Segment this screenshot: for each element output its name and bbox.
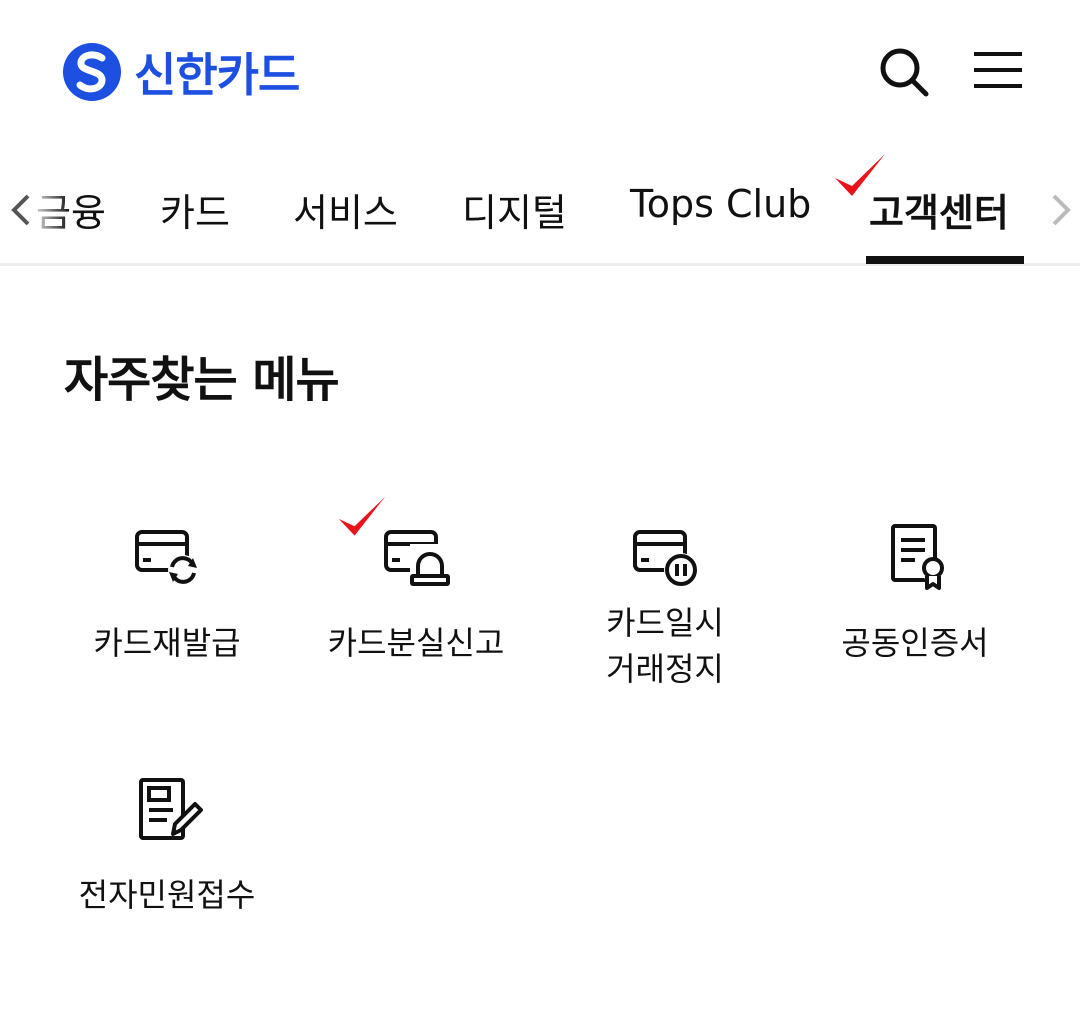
chevron-right-icon	[1052, 194, 1071, 226]
tab-digital[interactable]: 디지털	[462, 182, 567, 237]
menu-item-label: 공동인증서	[841, 624, 989, 662]
search-button[interactable]	[876, 44, 932, 100]
menu-item-label: 카드재발급	[93, 624, 241, 662]
shinhan-logo-icon	[63, 43, 121, 101]
menu-item-card-reissue[interactable]: 카드재발급	[47, 520, 287, 666]
tabs-next-button[interactable]	[1046, 188, 1076, 232]
tab-customer-center[interactable]: 고객센터	[869, 182, 1009, 237]
menu-item-certificate[interactable]: 공동인증서	[795, 520, 1035, 666]
category-tabs: 금융 카드 서비스 디지털 Tops Club 고객센터	[0, 148, 1080, 266]
card-suspend-icon	[633, 530, 698, 587]
tabs-prev-button[interactable]	[6, 188, 36, 232]
header: 신한카드	[0, 0, 1080, 140]
search-icon	[880, 48, 929, 97]
chevron-left-icon	[11, 194, 30, 226]
logo-text: 신한카드	[134, 48, 300, 102]
tab-service[interactable]: 서비스	[293, 182, 398, 237]
menu-item-label: 전자민원접수	[78, 876, 256, 914]
tab-tops-club[interactable]: Tops Club	[630, 182, 811, 226]
card-lost-report-icon	[384, 530, 450, 586]
frequent-menu-title: 자주찾는 메뉴	[64, 352, 340, 408]
logo[interactable]: 신한카드	[62, 40, 300, 104]
tab-finance[interactable]: 금융	[36, 182, 106, 237]
checkmark-icon	[835, 154, 885, 196]
menu-item-label-line2: 거래정지	[606, 650, 724, 688]
checkmark-icon	[338, 496, 386, 536]
active-tab-indicator	[866, 256, 1024, 264]
menu-item-card-lost-report[interactable]: 카드분실신고	[296, 520, 536, 666]
hamburger-menu-icon	[974, 52, 1022, 88]
menu-item-label: 카드분실신고	[327, 624, 505, 662]
tab-card[interactable]: 카드	[160, 182, 230, 237]
card-reissue-icon	[135, 530, 198, 585]
menu-item-label-line1: 카드일시	[606, 604, 724, 642]
menu-item-card-suspend[interactable]: 카드일시 거래정지	[545, 520, 785, 692]
menu-item-e-petition[interactable]: 전자민원접수	[47, 772, 287, 918]
menu-button[interactable]	[970, 46, 1026, 94]
certificate-icon	[891, 524, 945, 590]
document-edit-icon	[139, 778, 203, 840]
